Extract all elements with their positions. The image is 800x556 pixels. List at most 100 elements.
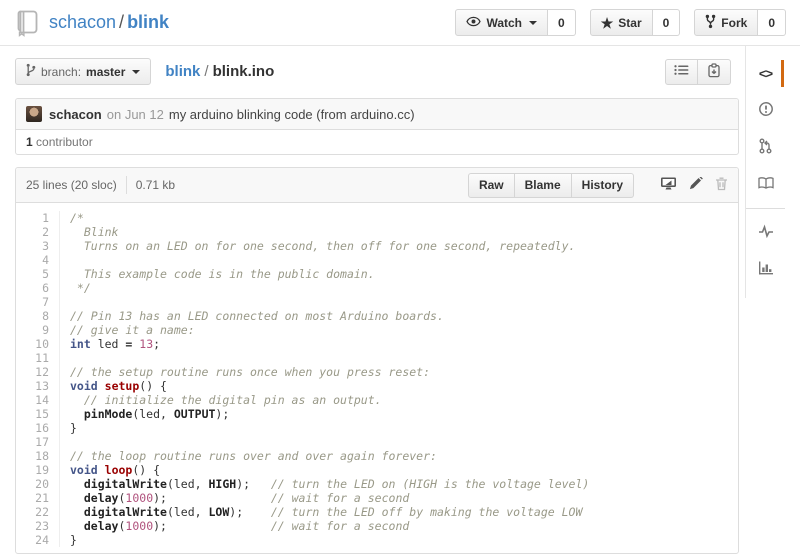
delete-file-button[interactable] xyxy=(715,176,728,194)
line-number[interactable]: 2 xyxy=(16,225,60,239)
line-number[interactable]: 9 xyxy=(16,323,60,337)
code-line-content: // the loop routine runs over and over a… xyxy=(60,449,437,463)
code-line: 16} xyxy=(16,421,738,435)
file-info: 25 lines (20 sloc) 0.71 kb xyxy=(26,176,175,194)
branch-select-button[interactable]: branch: master xyxy=(15,58,151,85)
caret-down-icon xyxy=(529,21,537,25)
code-line: 21 delay(1000); // wait for a second xyxy=(16,491,738,505)
issue-icon xyxy=(758,101,774,120)
code-line: 11 xyxy=(16,351,738,365)
line-number[interactable]: 21 xyxy=(16,491,60,505)
edit-file-button[interactable] xyxy=(689,177,703,194)
branch-label: branch: xyxy=(41,65,81,79)
fork-count[interactable]: 0 xyxy=(758,9,786,36)
line-number[interactable]: 16 xyxy=(16,421,60,435)
file-header: 25 lines (20 sloc) 0.71 kb Raw Blame His… xyxy=(16,168,738,203)
code-line: 1/* xyxy=(16,211,738,225)
header-actions: Watch 0 ★ Star 0 Fork 0 xyxy=(455,9,786,36)
code-line-content xyxy=(60,435,70,449)
code-line-content: delay(1000); // wait for a second xyxy=(60,491,409,505)
contributors-row[interactable]: 1 contributor xyxy=(16,129,738,154)
code-line: 5 This example code is in the public dom… xyxy=(16,267,738,281)
file-list-button[interactable] xyxy=(665,59,698,85)
code-line-content: delay(1000); // wait for a second xyxy=(60,519,409,533)
open-in-desktop-button[interactable] xyxy=(660,176,677,194)
pencil-icon xyxy=(689,177,703,194)
repo-name-link[interactable]: blink xyxy=(127,12,169,32)
code-line: 13void setup() { xyxy=(16,379,738,393)
code-line: 14 // initialize the digital pin as an o… xyxy=(16,393,738,407)
line-number[interactable]: 17 xyxy=(16,435,60,449)
sidebar-item-wiki[interactable] xyxy=(746,166,785,203)
star-icon: ★ xyxy=(601,16,614,30)
file-view-buttons: Raw Blame History xyxy=(468,173,634,198)
line-number[interactable]: 14 xyxy=(16,393,60,407)
repo-owner-link[interactable]: schacon xyxy=(49,12,116,32)
line-number[interactable]: 24 xyxy=(16,533,60,547)
line-number[interactable]: 15 xyxy=(16,407,60,421)
line-number[interactable]: 1 xyxy=(16,211,60,225)
pull-request-icon xyxy=(759,138,772,157)
avatar[interactable] xyxy=(26,106,42,122)
line-number[interactable]: 3 xyxy=(16,239,60,253)
repo-title: schacon/blink xyxy=(49,12,169,33)
sidebar-item-graphs[interactable] xyxy=(746,251,785,288)
star-button-group: ★ Star 0 xyxy=(590,9,681,36)
code-line-content: digitalWrite(led, HIGH); // turn the LED… xyxy=(60,477,589,491)
site-header: schacon/blink Watch 0 ★ Star 0 xyxy=(0,0,800,46)
breadcrumb-repo-link[interactable]: blink xyxy=(165,63,200,80)
line-number[interactable]: 7 xyxy=(16,295,60,309)
code-line: 8// Pin 13 has an LED connected on most … xyxy=(16,309,738,323)
line-number[interactable]: 22 xyxy=(16,505,60,519)
sidebar-item-code[interactable]: <> xyxy=(746,55,785,92)
history-button[interactable]: History xyxy=(572,173,634,198)
commit-author-link[interactable]: schacon xyxy=(49,107,102,122)
code-line-content: // initialize the digital pin as an outp… xyxy=(60,393,382,407)
repo-sidebar: <> xyxy=(745,46,785,298)
commit-message-link[interactable]: my arduino blinking code (from arduino.c… xyxy=(169,107,415,122)
copy-path-button[interactable] xyxy=(698,59,731,85)
star-button[interactable]: ★ Star xyxy=(590,9,653,36)
code-line-content: void setup() { xyxy=(60,379,167,393)
file-finder-group xyxy=(665,59,731,85)
star-count[interactable]: 0 xyxy=(653,9,681,36)
breadcrumb: blink/blink.ino xyxy=(165,63,274,80)
sidebar-item-pulse[interactable] xyxy=(746,214,785,251)
code-line: 18// the loop routine runs over and over… xyxy=(16,449,738,463)
blame-button[interactable]: Blame xyxy=(515,173,572,198)
trash-icon xyxy=(715,176,728,194)
branch-name: master xyxy=(86,65,125,79)
code-line-content: // give it a name: xyxy=(60,323,195,337)
code-line-content: void loop() { xyxy=(60,463,160,477)
eye-icon xyxy=(466,14,481,32)
line-number[interactable]: 10 xyxy=(16,337,60,351)
line-number[interactable]: 19 xyxy=(16,463,60,477)
breadcrumb-file-name: blink.ino xyxy=(213,63,275,80)
line-number[interactable]: 4 xyxy=(16,253,60,267)
raw-button[interactable]: Raw xyxy=(468,173,515,198)
book-icon xyxy=(758,176,774,193)
line-number[interactable]: 11 xyxy=(16,351,60,365)
code-line-content xyxy=(60,351,70,365)
code-line-content: // Pin 13 has an LED connected on most A… xyxy=(60,309,444,323)
code-line: 20 digitalWrite(led, HIGH); // turn the … xyxy=(16,477,738,491)
line-number[interactable]: 23 xyxy=(16,519,60,533)
watch-count[interactable]: 0 xyxy=(548,9,576,36)
line-number[interactable]: 8 xyxy=(16,309,60,323)
line-number[interactable]: 13 xyxy=(16,379,60,393)
watch-button[interactable]: Watch xyxy=(455,9,548,36)
code-line-content: } xyxy=(60,421,77,435)
fork-button-label: Fork xyxy=(721,16,747,30)
code-line-content: Turns on an LED on for one second, then … xyxy=(60,239,575,253)
sidebar-item-pull-requests[interactable] xyxy=(746,129,785,166)
file-box: 25 lines (20 sloc) 0.71 kb Raw Blame His… xyxy=(15,167,739,554)
line-number[interactable]: 12 xyxy=(16,365,60,379)
sidebar-item-issues[interactable] xyxy=(746,92,785,129)
contributors-label: contributor xyxy=(36,135,93,149)
line-number[interactable]: 20 xyxy=(16,477,60,491)
line-number[interactable]: 5 xyxy=(16,267,60,281)
fork-button[interactable]: Fork xyxy=(694,9,758,36)
commit-date: on Jun 12 xyxy=(107,107,164,122)
line-number[interactable]: 6 xyxy=(16,281,60,295)
line-number[interactable]: 18 xyxy=(16,449,60,463)
